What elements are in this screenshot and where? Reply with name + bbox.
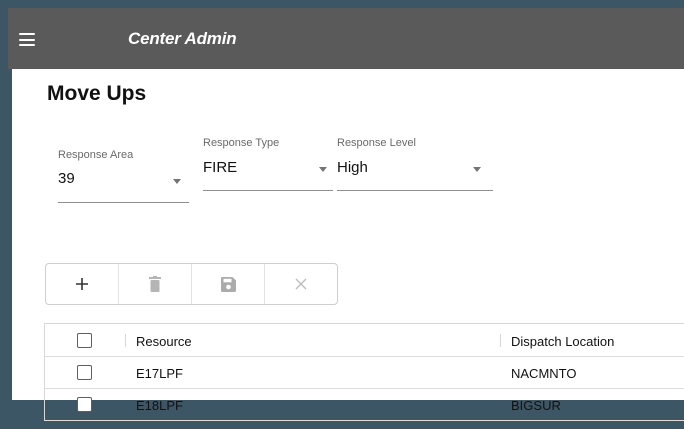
dispatch-location-cell: NACMNTO bbox=[511, 366, 577, 381]
row-checkbox[interactable] bbox=[77, 397, 92, 412]
column-header-dispatch-location[interactable]: Dispatch Location bbox=[511, 334, 614, 349]
dropdown-arrow-icon[interactable] bbox=[473, 167, 481, 172]
delete-icon bbox=[149, 276, 161, 292]
table-row[interactable]: E17LPF NACMNTO bbox=[45, 357, 684, 389]
response-type-value: FIRE bbox=[203, 159, 238, 176]
add-button[interactable] bbox=[46, 264, 119, 304]
response-area-label: Response Area bbox=[58, 149, 134, 161]
table-row[interactable]: E18LPF BIGSUR bbox=[45, 389, 684, 421]
response-area-value: 39 bbox=[58, 170, 75, 187]
response-type-label: Response Type bbox=[203, 137, 280, 149]
app-title: Center Admin bbox=[128, 28, 237, 48]
app-bar: Center Admin bbox=[8, 8, 684, 69]
content-panel: Move Ups Response Area 39 Response Type … bbox=[12, 69, 684, 421]
select-all-checkbox[interactable] bbox=[77, 333, 92, 348]
move-ups-grid: Resource Dispatch Location E17LPF NACMNT… bbox=[44, 323, 684, 421]
delete-button[interactable] bbox=[119, 264, 192, 304]
add-icon bbox=[76, 278, 88, 290]
field-underline bbox=[203, 190, 333, 191]
field-underline bbox=[337, 190, 493, 191]
grid-toolbar bbox=[45, 263, 338, 305]
resource-cell: E18LPF bbox=[136, 398, 183, 413]
close-icon bbox=[295, 278, 307, 290]
save-icon bbox=[220, 276, 236, 292]
row-checkbox[interactable] bbox=[77, 365, 92, 380]
response-level-label: Response Level bbox=[337, 137, 416, 149]
dispatch-location-cell: BIGSUR bbox=[511, 398, 561, 413]
resource-cell: E17LPF bbox=[136, 366, 183, 381]
save-button[interactable] bbox=[192, 264, 265, 304]
column-separator bbox=[500, 334, 501, 347]
field-underline bbox=[58, 202, 189, 203]
response-level-value: High bbox=[337, 159, 368, 176]
response-level-select[interactable]: Response Level High bbox=[337, 135, 493, 192]
response-area-select[interactable]: Response Area 39 bbox=[58, 147, 189, 204]
grid-header-row: Resource Dispatch Location bbox=[45, 324, 684, 357]
dropdown-arrow-icon[interactable] bbox=[173, 179, 181, 184]
page-title: Move Ups bbox=[47, 82, 147, 105]
dropdown-arrow-icon[interactable] bbox=[319, 167, 327, 172]
column-header-resource[interactable]: Resource bbox=[136, 334, 192, 349]
column-separator bbox=[125, 334, 126, 347]
response-type-select[interactable]: Response Type FIRE bbox=[203, 135, 333, 192]
hamburger-menu-icon[interactable] bbox=[19, 33, 35, 46]
cancel-button[interactable] bbox=[265, 264, 337, 304]
